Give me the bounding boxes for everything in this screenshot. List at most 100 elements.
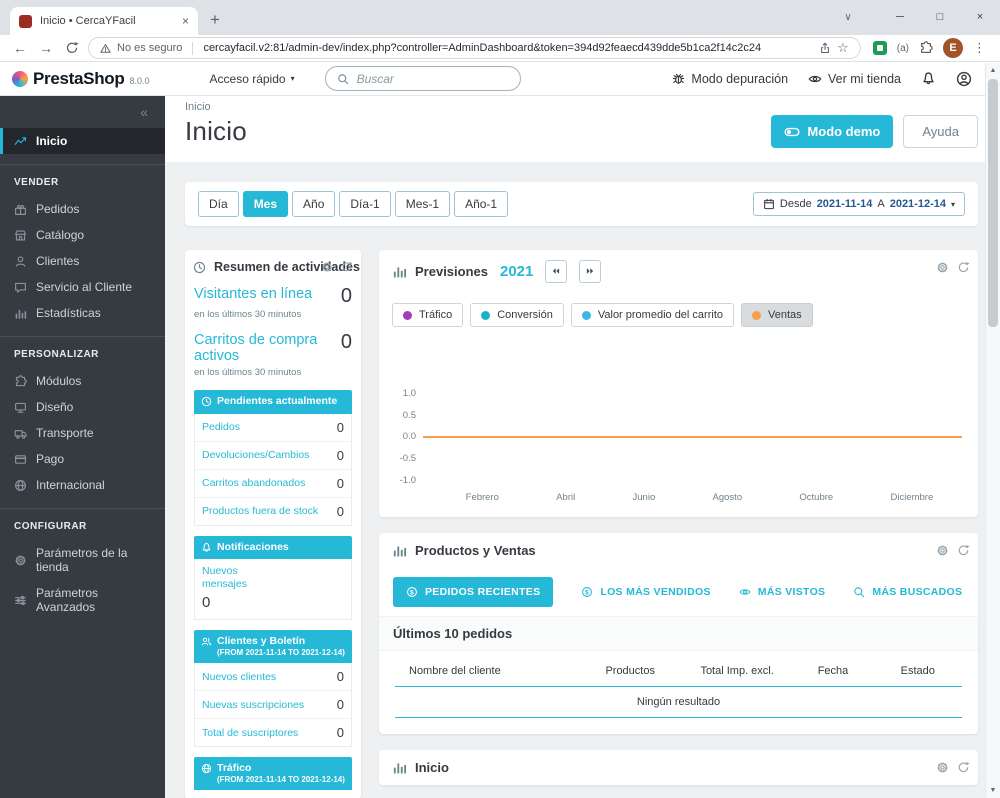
pending-pedidos-link[interactable]: Pedidos — [202, 421, 240, 433]
pending-carritos-link[interactable]: Carritos abandonados — [202, 477, 305, 489]
online-visitors-value: 0 — [340, 285, 352, 307]
sidebar-item-parametros-avanzados[interactable]: Parámetros Avanzados — [0, 580, 165, 620]
filter-ano-1-button[interactable]: Año-1 — [454, 191, 509, 217]
tab-mas-vistos[interactable]: MÁS VISTOS — [739, 586, 826, 598]
panel-settings-gear-icon[interactable] — [936, 761, 949, 774]
scroll-down-icon[interactable]: ▼ — [986, 787, 1000, 794]
divider — [0, 164, 165, 165]
bookmark-star-icon[interactable]: ☆ — [837, 40, 849, 56]
pending-stock-link[interactable]: Productos fuera de stock — [202, 505, 318, 517]
quick-access-label: Acceso rápido — [209, 71, 286, 86]
sidebar-item-internacional[interactable]: Internacional — [0, 472, 165, 498]
monitor-icon — [14, 401, 27, 414]
panel-settings-gear-icon[interactable] — [936, 544, 949, 557]
prestashop-logo[interactable]: PrestaShop 8.0.0 — [12, 69, 150, 89]
tab-label: LOS MÁS VENDIDOS — [600, 586, 711, 598]
browser-tab[interactable]: Inicio • CercaYFacil × — [10, 7, 198, 35]
share-icon[interactable] — [819, 42, 831, 54]
legend-conversion[interactable]: Conversión — [470, 303, 564, 327]
browser-menu-icon[interactable]: ⋮ — [973, 40, 986, 56]
previous-year-button[interactable] — [545, 260, 568, 283]
bar-chart-icon — [392, 760, 407, 775]
reload-icon[interactable] — [65, 41, 79, 55]
filter-mes-1-button[interactable]: Mes-1 — [394, 191, 451, 217]
legend-ventas[interactable]: Ventas — [741, 303, 813, 327]
browser-scrollbar[interactable]: ▲ ▼ — [985, 63, 1000, 798]
sidebar-item-inicio[interactable]: Inicio — [0, 128, 165, 154]
header-search[interactable] — [324, 66, 521, 91]
breadcrumb[interactable]: Inicio — [185, 101, 978, 113]
sidebar-item-transporte[interactable]: Transporte — [0, 420, 165, 446]
dashboard-content: Día Mes Año Día-1 Mes-1 Año-1 Desde 2021… — [165, 162, 1000, 798]
view-shop-link[interactable]: Ver mi tienda — [808, 72, 901, 86]
filter-mes-button[interactable]: Mes — [242, 191, 289, 217]
sidebar: « Inicio VENDER Pedidos Catálogo Cliente… — [0, 96, 165, 798]
y-tick: -1.0 — [399, 474, 416, 486]
window-close-button[interactable]: × — [960, 11, 1000, 23]
pending-devoluciones-link[interactable]: Devoluciones/Cambios — [202, 449, 309, 461]
filter-dia-button[interactable]: Día — [198, 191, 239, 217]
sidebar-item-modulos[interactable]: Módulos — [0, 368, 165, 394]
total-subscribers-link[interactable]: Total de suscriptores — [202, 727, 298, 739]
tab-mas-buscados[interactable]: MÁS BUSCADOS — [853, 586, 962, 598]
sidebar-item-estadisticas[interactable]: Estadísticas — [0, 300, 165, 326]
tab-search-chevron-icon[interactable]: ∨ — [834, 12, 862, 23]
sidebar-item-pago[interactable]: Pago — [0, 446, 165, 472]
extensions-puzzle-icon[interactable] — [919, 41, 933, 55]
forecast-year: 2021 — [500, 263, 534, 280]
tab-los-mas-vendidos[interactable]: LOS MÁS VENDIDOS — [581, 586, 710, 598]
window-maximize-button[interactable]: □ — [920, 11, 960, 23]
filter-dia-1-button[interactable]: Día-1 — [339, 191, 391, 217]
panel-refresh-icon[interactable] — [957, 761, 970, 774]
credit-card-icon — [14, 453, 27, 466]
address-bar[interactable]: No es seguro cercayfacil.v2:81/admin-dev… — [88, 37, 861, 59]
quick-access-dropdown[interactable]: Acceso rápido ▾ — [210, 72, 295, 86]
window-minimize-button[interactable]: ─ — [880, 11, 920, 23]
sidebar-item-pedidos[interactable]: Pedidos — [0, 196, 165, 222]
legend-valor-promedio[interactable]: Valor promedio del carrito — [570, 303, 734, 327]
new-customers-link[interactable]: Nuevos clientes — [202, 671, 276, 683]
sidebar-item-catalogo[interactable]: Catálogo — [0, 222, 165, 248]
forward-icon[interactable]: → — [36, 40, 56, 56]
legend-dot — [481, 310, 491, 320]
new-messages-link[interactable]: Nuevos mensajes — [202, 565, 266, 591]
debug-mode-label: Modo depuración — [691, 71, 789, 86]
sidebar-item-servicio-al-cliente[interactable]: Servicio al Cliente — [0, 274, 165, 300]
legend-trafico[interactable]: Tráfico — [392, 303, 464, 327]
date-range-picker[interactable]: Desde 2021-11-14 A 2021-12-14 ▾ — [752, 192, 965, 216]
next-year-button[interactable] — [579, 260, 602, 283]
sidebar-item-diseno[interactable]: Diseño — [0, 394, 165, 420]
sidebar-item-parametros-tienda[interactable]: Parámetros de la tienda — [0, 540, 165, 580]
notifications-bell-icon[interactable] — [921, 71, 936, 86]
panel-settings-gear-icon[interactable] — [321, 261, 333, 273]
chart-legend: Tráfico Conversión Valor promedio del ca… — [379, 293, 978, 327]
extension-badge[interactable]: (a) — [897, 43, 909, 54]
demo-mode-button[interactable]: Modo demo — [771, 115, 894, 148]
tab-pedidos-recientes[interactable]: PEDIDOS RECIENTES — [393, 577, 554, 607]
extension-icon[interactable] — [872, 41, 887, 55]
prestashop-header: PrestaShop 8.0.0 Acceso rápido ▾ Modo de… — [0, 62, 1000, 96]
scrollbar-thumb[interactable] — [988, 79, 998, 327]
account-icon[interactable] — [956, 71, 972, 87]
new-subscriptions-link[interactable]: Nuevas suscripciones — [202, 699, 304, 711]
debug-mode-indicator[interactable]: Modo depuración — [672, 72, 788, 86]
search-input[interactable] — [356, 71, 509, 86]
date-filter-bar: Día Mes Año Día-1 Mes-1 Año-1 Desde 2021… — [185, 182, 978, 226]
pending-stock-value: 0 — [336, 503, 344, 519]
filter-ano-button[interactable]: Año — [292, 191, 336, 217]
view-shop-label: Ver mi tienda — [828, 71, 901, 86]
tab-close-icon[interactable]: × — [182, 14, 189, 28]
scroll-up-icon[interactable]: ▲ — [986, 67, 1000, 74]
panel-refresh-icon[interactable] — [957, 544, 970, 557]
panel-refresh-icon[interactable] — [957, 261, 970, 274]
panel-settings-gear-icon[interactable] — [936, 261, 949, 274]
profile-avatar[interactable]: E — [943, 38, 963, 58]
sidebar-item-clientes[interactable]: Clientes — [0, 248, 165, 274]
sidebar-collapse-button[interactable]: « — [0, 96, 165, 122]
panel-refresh-icon[interactable] — [341, 261, 353, 273]
back-icon[interactable]: ← — [10, 40, 30, 56]
active-carts-subtext: en los últimos 30 minutos — [194, 367, 302, 379]
legend-label: Ventas — [768, 309, 802, 321]
help-button[interactable]: Ayuda — [903, 115, 978, 148]
new-tab-button[interactable]: + — [210, 10, 220, 30]
